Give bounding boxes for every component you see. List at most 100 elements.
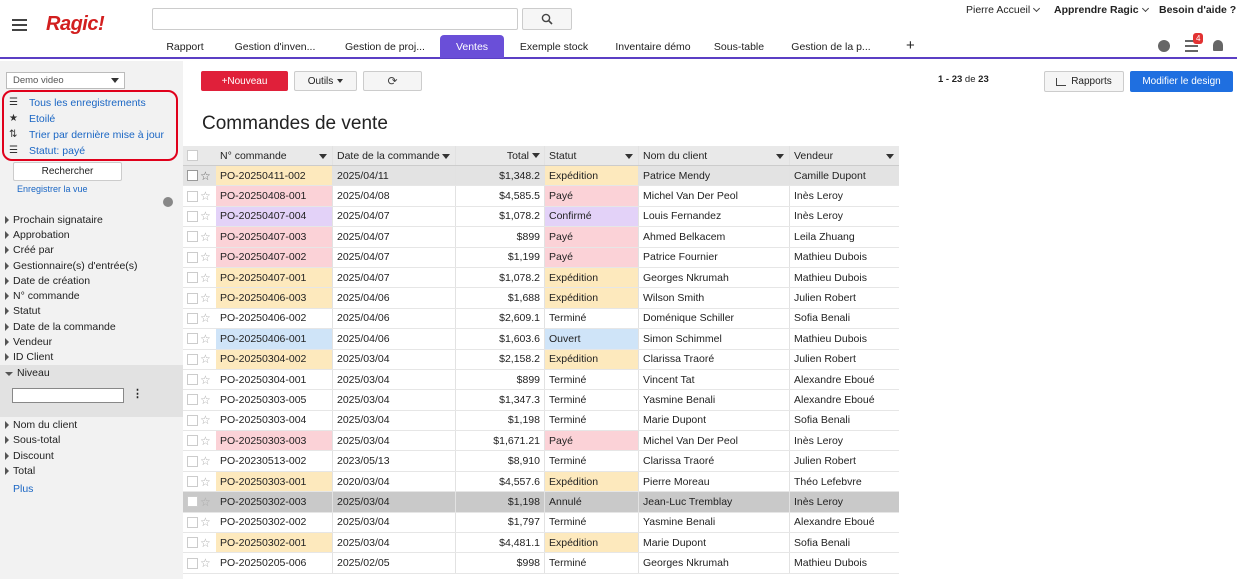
search-field[interactable]: Gestionnaire(s) d'entrée(s): [0, 258, 183, 273]
table-row[interactable]: ☆ PO-20250408-001 2025/04/08 $4,585.5 Payé Mi…: [183, 186, 899, 207]
niveau-filter-input[interactable]: [12, 388, 124, 404]
learn-menu[interactable]: Apprendre Ragic: [1054, 4, 1149, 16]
settings-gear-icon[interactable]: [1158, 40, 1170, 52]
star-icon[interactable]: ☆: [200, 435, 211, 447]
table-row[interactable]: ☆ PO-20250407-004 2025/04/07 $1,078.2 Confir…: [183, 206, 899, 228]
star-icon[interactable]: ☆: [200, 394, 211, 406]
tab-7[interactable]: Gestion de la p...: [776, 35, 886, 58]
table-row[interactable]: ☆ PO-20250303-004 2025/03/04 $1,198 Terminé M…: [183, 410, 899, 432]
order-no-cell[interactable]: PO-20250205-006: [216, 553, 333, 573]
row-checkbox[interactable]: [187, 414, 198, 426]
order-no-cell[interactable]: PO-20250407-003: [216, 227, 333, 247]
star-icon[interactable]: ☆: [200, 170, 211, 182]
save-view-link[interactable]: Enregistrer la vue: [17, 184, 88, 194]
tools-menu-button[interactable]: Outils: [294, 71, 357, 91]
star-icon[interactable]: ☆: [200, 414, 211, 426]
notification-bell-icon[interactable]: [1213, 40, 1223, 51]
tab-2[interactable]: Gestion de proj...: [330, 35, 440, 58]
star-icon[interactable]: ☆: [200, 455, 211, 467]
tab-5[interactable]: Inventaire démo: [604, 35, 702, 58]
row-checkbox[interactable]: [187, 476, 198, 488]
order-no-cell[interactable]: PO-20250407-001: [216, 267, 333, 288]
order-no-cell[interactable]: PO-20250303-004: [216, 410, 333, 431]
table-row[interactable]: ☆ PO-20250407-001 2025/04/07 $1,078.2 Expédi…: [183, 267, 899, 289]
star-icon[interactable]: ☆: [200, 333, 211, 345]
row-checkbox[interactable]: [187, 210, 198, 222]
star-icon[interactable]: ☆: [200, 374, 211, 386]
search-records-button[interactable]: Rechercher: [13, 162, 122, 181]
order-no-cell[interactable]: PO-20250304-001: [216, 369, 333, 390]
table-row[interactable]: ☆ PO-20250304-002 2025/03/04 $2,158.2 Expédi…: [183, 349, 899, 370]
search-field[interactable]: Date de création: [0, 273, 183, 288]
table-row[interactable]: ☆ PO-20230513-002 2023/05/13 $8,910 Terminé C…: [183, 451, 899, 472]
row-checkbox[interactable]: [187, 374, 198, 386]
search-field[interactable]: Nom du client: [0, 417, 183, 432]
column-menu-arrow-icon[interactable]: [776, 154, 784, 159]
table-row[interactable]: ☆ PO-20250407-002 2025/04/07 $1,199 Payé Patr…: [183, 247, 899, 268]
star-icon[interactable]: ☆: [200, 557, 211, 569]
new-record-button[interactable]: +Nouveau: [201, 71, 288, 91]
table-row[interactable]: ☆ PO-20250303-003 2025/03/04 $1,671.21 Payé M…: [183, 431, 899, 452]
order-no-cell[interactable]: PO-20250411-002: [216, 166, 333, 186]
row-checkbox[interactable]: [187, 292, 198, 304]
view-starred[interactable]: ★ Etoilé: [9, 112, 55, 126]
search-field[interactable]: Niveau: [0, 364, 183, 381]
tab-0[interactable]: Rapport: [150, 35, 220, 58]
more-fields-link[interactable]: Plus: [0, 483, 183, 495]
view-select[interactable]: Demo video: [6, 72, 125, 89]
search-field[interactable]: Statut: [0, 304, 183, 319]
search-field[interactable]: Discount: [0, 448, 183, 463]
row-checkbox[interactable]: [187, 394, 198, 406]
order-no-cell[interactable]: PO-20250406-001: [216, 329, 333, 349]
column-menu-arrow-icon[interactable]: [442, 154, 450, 159]
search-field[interactable]: Sous-total: [0, 433, 183, 448]
column-menu-arrow-icon[interactable]: [319, 154, 327, 159]
star-icon[interactable]: ☆: [200, 537, 211, 549]
row-checkbox[interactable]: [187, 557, 198, 569]
search-field[interactable]: Approbation: [0, 227, 183, 242]
star-icon[interactable]: ☆: [200, 210, 211, 222]
row-checkbox[interactable]: [187, 496, 198, 508]
view-status-paid[interactable]: ☰ Statut: payé: [9, 144, 85, 158]
table-row[interactable]: ☆ PO-20250302-001 2025/03/04 $4,481.1 Expédi…: [183, 533, 899, 554]
order-no-cell[interactable]: PO-20250406-002: [216, 308, 333, 329]
search-field[interactable]: Date de la commande: [0, 319, 183, 334]
table-row[interactable]: ☆ PO-20250407-003 2025/04/07 $899 Payé Ahmed …: [183, 227, 899, 248]
user-menu[interactable]: Pierre Accueil: [966, 4, 1041, 16]
table-row[interactable]: ☆ PO-20250302-002 2025/03/04 $1,797 Terminé Y…: [183, 512, 899, 534]
table-row[interactable]: ☆ PO-20250303-005 2025/03/04 $1,347.3 Termin…: [183, 390, 899, 411]
star-icon[interactable]: ☆: [200, 272, 211, 284]
filter-settings-gear-icon[interactable]: [163, 197, 173, 207]
table-row[interactable]: ☆ PO-20250302-003 2025/03/04 $1,198 Annulé Je…: [183, 492, 899, 513]
column-header-order-no[interactable]: N° commande: [216, 146, 333, 165]
row-checkbox[interactable]: [187, 455, 198, 467]
order-no-cell[interactable]: PO-20230513-002: [216, 451, 333, 471]
order-no-cell[interactable]: PO-20250302-002: [216, 512, 333, 533]
order-no-cell[interactable]: PO-20250303-001: [216, 471, 333, 492]
view-all-records[interactable]: ☰ Tous les enregistrements: [9, 96, 146, 110]
order-no-cell[interactable]: PO-20250406-003: [216, 288, 333, 308]
tab-4[interactable]: Exemple stock: [504, 35, 604, 58]
table-row[interactable]: ☆ PO-20250205-006 2025/02/05 $998 Terminé Geo…: [183, 553, 899, 574]
modify-design-button[interactable]: Modifier le design: [1130, 71, 1233, 92]
column-header-total[interactable]: Total: [456, 146, 545, 165]
row-checkbox[interactable]: [187, 251, 198, 263]
view-sort-last-updated[interactable]: ⇅ Trier par dernière mise à jour: [9, 128, 164, 142]
order-no-cell[interactable]: PO-20250407-002: [216, 247, 333, 267]
search-button[interactable]: [522, 8, 572, 30]
row-checkbox[interactable]: [187, 516, 198, 528]
column-header-status[interactable]: Statut: [545, 146, 639, 165]
tab-3[interactable]: Ventes: [440, 35, 504, 58]
column-header-order-date[interactable]: Date de la commande: [333, 146, 456, 165]
more-options-icon[interactable]: ⋮: [132, 387, 143, 400]
column-menu-arrow-icon[interactable]: [625, 154, 633, 159]
column-header-seller[interactable]: Vendeur: [790, 146, 899, 165]
star-icon[interactable]: ☆: [200, 496, 211, 508]
column-header-client[interactable]: Nom du client: [639, 146, 790, 165]
hamburger-menu-icon[interactable]: [12, 19, 27, 31]
search-field[interactable]: Créé par: [0, 243, 183, 258]
order-no-cell[interactable]: PO-20250407-004: [216, 206, 333, 227]
tab-6[interactable]: Sous-table: [702, 35, 776, 58]
tab-1[interactable]: Gestion d'inven...: [220, 35, 330, 58]
order-no-cell[interactable]: PO-20250303-005: [216, 390, 333, 410]
